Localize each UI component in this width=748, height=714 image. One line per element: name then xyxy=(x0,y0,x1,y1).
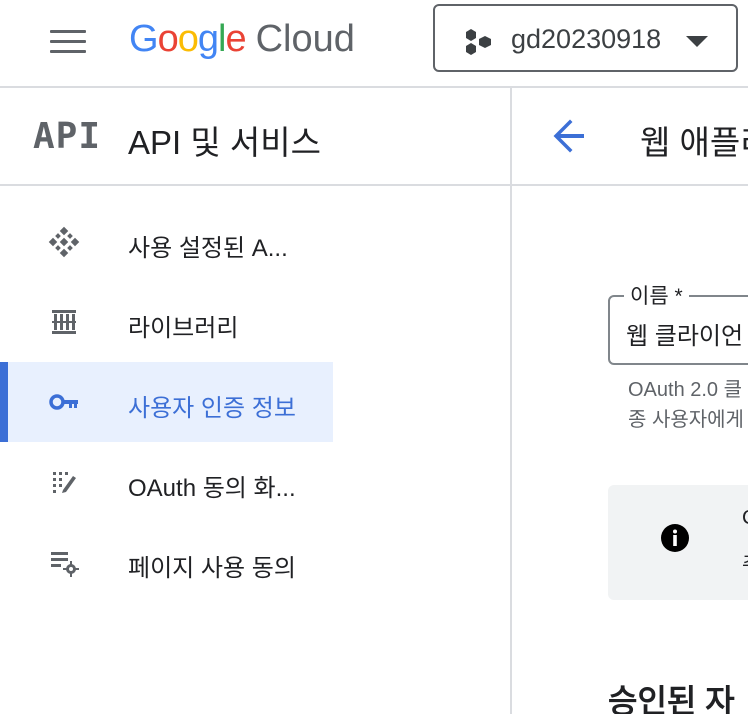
top-bar: Google Cloud gd20230918 xyxy=(0,0,748,88)
sidebar-item-label: 페이지 사용 동의 xyxy=(128,555,296,582)
hamburger-menu-icon[interactable] xyxy=(50,28,86,54)
project-hexagons-icon xyxy=(466,29,491,55)
project-name: gd20230918 xyxy=(511,24,662,54)
logo-letter-2: o xyxy=(157,18,179,60)
sidebar-item-library[interactable]: 라이브러리 xyxy=(0,282,333,362)
info-text-line: 추 xyxy=(742,547,748,576)
name-helper-text: OAuth 2.0 클 종 사용자에게 xyxy=(628,375,744,435)
sidebar-item-label: 사용 설정된 A... xyxy=(128,235,288,262)
page-agreement-icon xyxy=(51,552,79,577)
logo-letter-6: e xyxy=(225,18,246,60)
info-box: C 추 xyxy=(608,485,748,600)
logo-letter-4: g xyxy=(197,18,219,60)
sidebar-item-oauth-consent[interactable]: OAuth 동의 화... xyxy=(0,442,333,522)
info-icon xyxy=(661,524,689,552)
sidebar-title: API 및 서비스 xyxy=(128,124,321,161)
library-icon xyxy=(52,310,76,334)
helper-line: OAuth 2.0 클 xyxy=(628,379,743,401)
logo-cloud-text: Cloud xyxy=(255,18,355,60)
sidebar-item-label: 사용자 인증 정보 xyxy=(128,395,296,422)
oauth-consent-icon xyxy=(53,472,76,493)
helper-line: 종 사용자에게 xyxy=(628,409,744,431)
back-arrow-icon[interactable] xyxy=(548,116,588,156)
caret-down-icon xyxy=(686,36,708,47)
key-icon xyxy=(49,394,78,410)
sidebar: API API 및 서비스 사용 설정된 A... 라이브러리 사용자 인증 정… xyxy=(0,88,512,714)
sidebar-item-page-agreement[interactable]: 페이지 사용 동의 xyxy=(0,522,333,602)
sidebar-item-credentials[interactable]: 사용자 인증 정보 xyxy=(0,362,333,442)
info-text-line: C xyxy=(742,507,748,530)
google-cloud-logo[interactable]: Google Cloud xyxy=(129,14,355,64)
authorized-section-heading: 승인된 자 xyxy=(608,683,735,714)
sidebar-item-label: OAuth 동의 화... xyxy=(128,475,296,502)
main-content: 웹 애플리 이름 * 웹 클라이언 OAuth 2.0 클 종 사용자에게 C … xyxy=(512,88,748,714)
sidebar-item-label: 라이브러리 xyxy=(128,315,239,342)
sidebar-header: API API 및 서비스 xyxy=(0,88,510,186)
name-field-value[interactable]: 웹 클라이언 xyxy=(626,316,743,351)
page-title: 웹 애플리 xyxy=(640,124,748,161)
enabled-apis-icon xyxy=(48,226,80,258)
name-field-label: 이름 * xyxy=(624,280,689,310)
api-logo: API xyxy=(33,116,102,157)
main-header: 웹 애플리 xyxy=(512,88,748,186)
sidebar-item-enabled-apis[interactable]: 사용 설정된 A... xyxy=(0,202,333,282)
project-selector[interactable]: gd20230918 xyxy=(433,4,738,72)
logo-letter-3: o xyxy=(177,18,199,60)
logo-letter-1: G xyxy=(129,18,159,60)
